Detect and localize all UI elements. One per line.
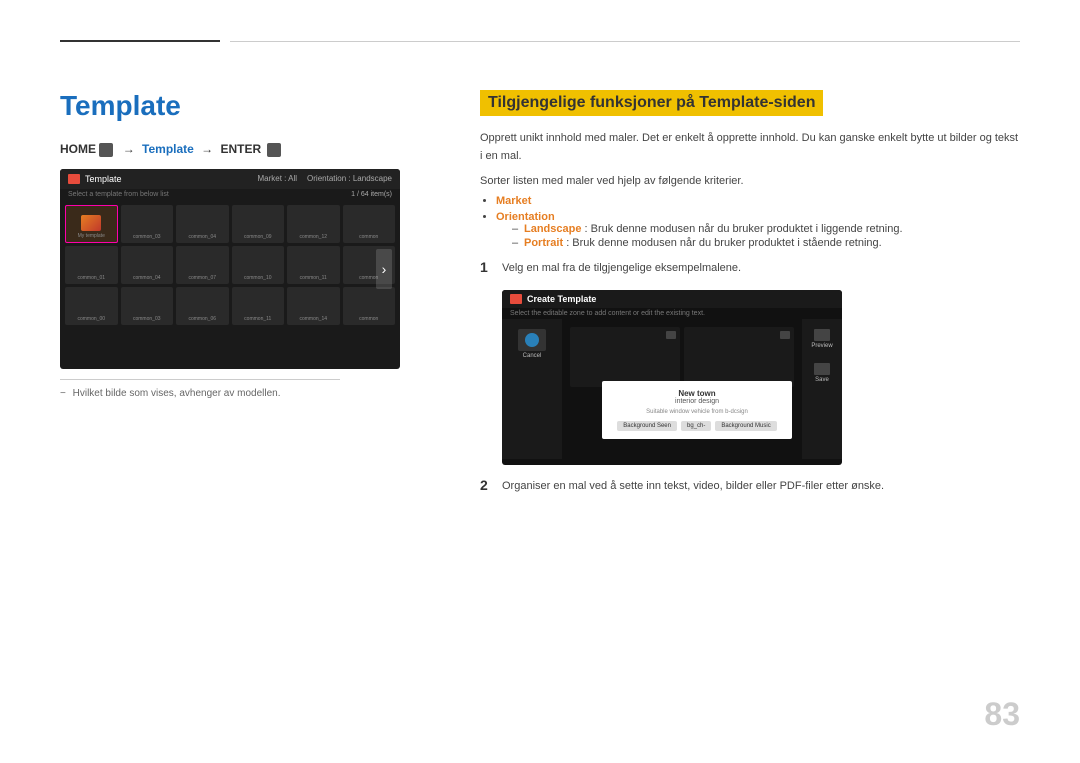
step-1-text: Velg en mal fra de tilgjengelige eksempe… xyxy=(502,259,741,278)
ct-save-btn: Save xyxy=(814,357,830,383)
template-cell-4: common_12 xyxy=(287,205,340,243)
ct-dialog-buttons: Background Seen bg_ch- Background Music xyxy=(610,421,784,431)
template-cell-1: common_03 xyxy=(121,205,174,243)
ct-dialog-subtitle: interior design xyxy=(610,398,784,405)
enter-label: ENTER xyxy=(221,142,262,156)
ct-save-icon xyxy=(814,363,830,375)
bullet-market: Market xyxy=(496,195,1020,207)
template-cell-17: common xyxy=(343,287,396,325)
ct-preview-btn: Preview xyxy=(811,329,832,349)
my-template-icon xyxy=(81,215,101,231)
ct-main-area: New town interior design Suitable window… xyxy=(562,319,802,459)
bullet-list: Market Orientation Landscape : Bruk denn… xyxy=(496,195,1020,249)
ct-screen-2 xyxy=(684,327,794,387)
template-cell-7: common_04 xyxy=(121,246,174,284)
page-title: Template xyxy=(60,90,440,122)
orientation-control: Orientation : Landscape xyxy=(307,174,392,183)
template-ui-controls: Market : All Orientation : Landscape xyxy=(257,174,392,183)
image-note: − Hvilket bilde som vises, avhenger av m… xyxy=(60,388,440,399)
template-count: 1 / 64 item(s) xyxy=(351,191,392,198)
ct-right-panel: Preview Save xyxy=(802,319,842,459)
template-ui-header: Template Market : All Orientation : Land… xyxy=(60,169,400,189)
template-cell-5: common xyxy=(343,205,396,243)
template-ui-screenshot: Template Market : All Orientation : Land… xyxy=(60,169,400,369)
template-cell-16: common_14 xyxy=(287,287,340,325)
separator-line xyxy=(60,379,340,380)
template-cell-14: common_06 xyxy=(176,287,229,325)
section-title: Tilgjengelige funksjoner på Template-sid… xyxy=(480,90,823,116)
ct-screen-1-icon xyxy=(666,331,676,339)
left-column: Template HOME → Template → ENTER Templat… xyxy=(60,90,440,507)
ct-dialog-btn2: bg_ch- xyxy=(681,421,711,431)
template-cell-6: common_01 xyxy=(65,246,118,284)
template-nav-arrow: › xyxy=(376,249,392,289)
bullet-orientation: Orientation Landscape : Bruk denne modus… xyxy=(496,211,1020,249)
ct-dialog-btn3: Background Music xyxy=(715,421,776,431)
page-number: 83 xyxy=(984,696,1020,733)
intro-text: Opprett unikt innhold med maler. Det er … xyxy=(480,130,1020,165)
right-column: Tilgjengelige funksjoner på Template-sid… xyxy=(480,90,1020,507)
ct-preview-label: Preview xyxy=(811,343,832,349)
ct-cancel-btn: Cancel xyxy=(518,329,546,359)
ct-header: Create Template xyxy=(502,290,842,308)
template-cell-2: common_04 xyxy=(176,205,229,243)
home-icon xyxy=(99,143,113,157)
landscape-text: : Bruk denne modusen når du bruker produ… xyxy=(585,223,903,235)
ct-cancel-icon xyxy=(525,333,539,347)
ct-save-label: Save xyxy=(815,377,829,383)
top-lines xyxy=(60,40,1020,42)
enter-icon xyxy=(267,143,281,157)
ct-screen-1 xyxy=(570,327,680,387)
sub-bullet-landscape: Landscape : Bruk denne modusen når du br… xyxy=(512,223,1020,235)
create-template-ui: Create Template Select the editable zone… xyxy=(502,290,842,465)
template-cell-10: common_11 xyxy=(287,246,340,284)
sort-text: Sorter listen med maler ved hjelp av føl… xyxy=(480,175,1020,187)
template-cell-15: common_11 xyxy=(232,287,285,325)
template-cell-8: common_07 xyxy=(176,246,229,284)
template-cell-9: common_10 xyxy=(232,246,285,284)
ct-body: Cancel xyxy=(502,319,842,459)
ct-icon xyxy=(510,294,522,304)
ct-left-panel: Cancel xyxy=(502,319,562,459)
ct-cancel-label: Cancel xyxy=(523,353,542,359)
orientation-label: Orientation xyxy=(496,211,555,223)
template-cell-12: common_00 xyxy=(65,287,118,325)
step-2: 2 Organiser en mal ved å sette inn tekst… xyxy=(480,477,1020,496)
step-2-text: Organiser en mal ved å sette inn tekst, … xyxy=(502,477,884,496)
template-ui-label: Template xyxy=(85,174,122,184)
sub-bullet-portrait: Portrait : Bruk denne modusen når du bru… xyxy=(512,237,1020,249)
step-1: 1 Velg en mal fra de tilgjengelige eksem… xyxy=(480,259,1020,278)
ct-dialog-title: New town xyxy=(610,389,784,398)
template-grid: My template common_03 common_04 common_0… xyxy=(60,200,400,330)
breadcrumb: HOME → Template → ENTER xyxy=(60,142,440,157)
step-1-number: 1 xyxy=(480,259,494,275)
ct-dialog-note: Suitable window vehicle from b-dcsign xyxy=(610,409,784,415)
ct-screens xyxy=(570,327,794,387)
ct-dialog-btn1: Background Seen xyxy=(617,421,677,431)
market-control: Market : All xyxy=(257,174,297,183)
ct-preview-icon xyxy=(814,329,830,341)
template-cell-13: common_03 xyxy=(121,287,174,325)
breadcrumb-template: Template xyxy=(142,142,194,156)
step-2-number: 2 xyxy=(480,477,494,493)
ct-screen-2-icon xyxy=(780,331,790,339)
breadcrumb-arrow2: → xyxy=(201,142,213,156)
landscape-label: Landscape xyxy=(524,223,581,235)
home-label: HOME xyxy=(60,142,96,156)
template-cell-my: My template xyxy=(65,205,118,243)
market-label: Market xyxy=(496,195,531,207)
ct-subtitle: Select the editable zone to add content … xyxy=(502,308,842,319)
sub-bullet-list: Landscape : Bruk denne modusen når du br… xyxy=(512,223,1020,249)
top-line-light xyxy=(230,41,1020,42)
template-ui-title-area: Template xyxy=(68,174,122,184)
breadcrumb-arrow1: → xyxy=(123,142,135,156)
portrait-text: : Bruk denne modusen når du bruker produ… xyxy=(566,237,882,249)
ct-dialog: New town interior design Suitable window… xyxy=(602,381,792,439)
portrait-label: Portrait xyxy=(524,237,563,249)
ct-title: Create Template xyxy=(527,294,596,304)
template-subtitle: Select a template from below list xyxy=(68,191,169,198)
top-line-dark xyxy=(60,40,220,42)
template-icon xyxy=(68,174,80,184)
template-cell-3: common_09 xyxy=(232,205,285,243)
